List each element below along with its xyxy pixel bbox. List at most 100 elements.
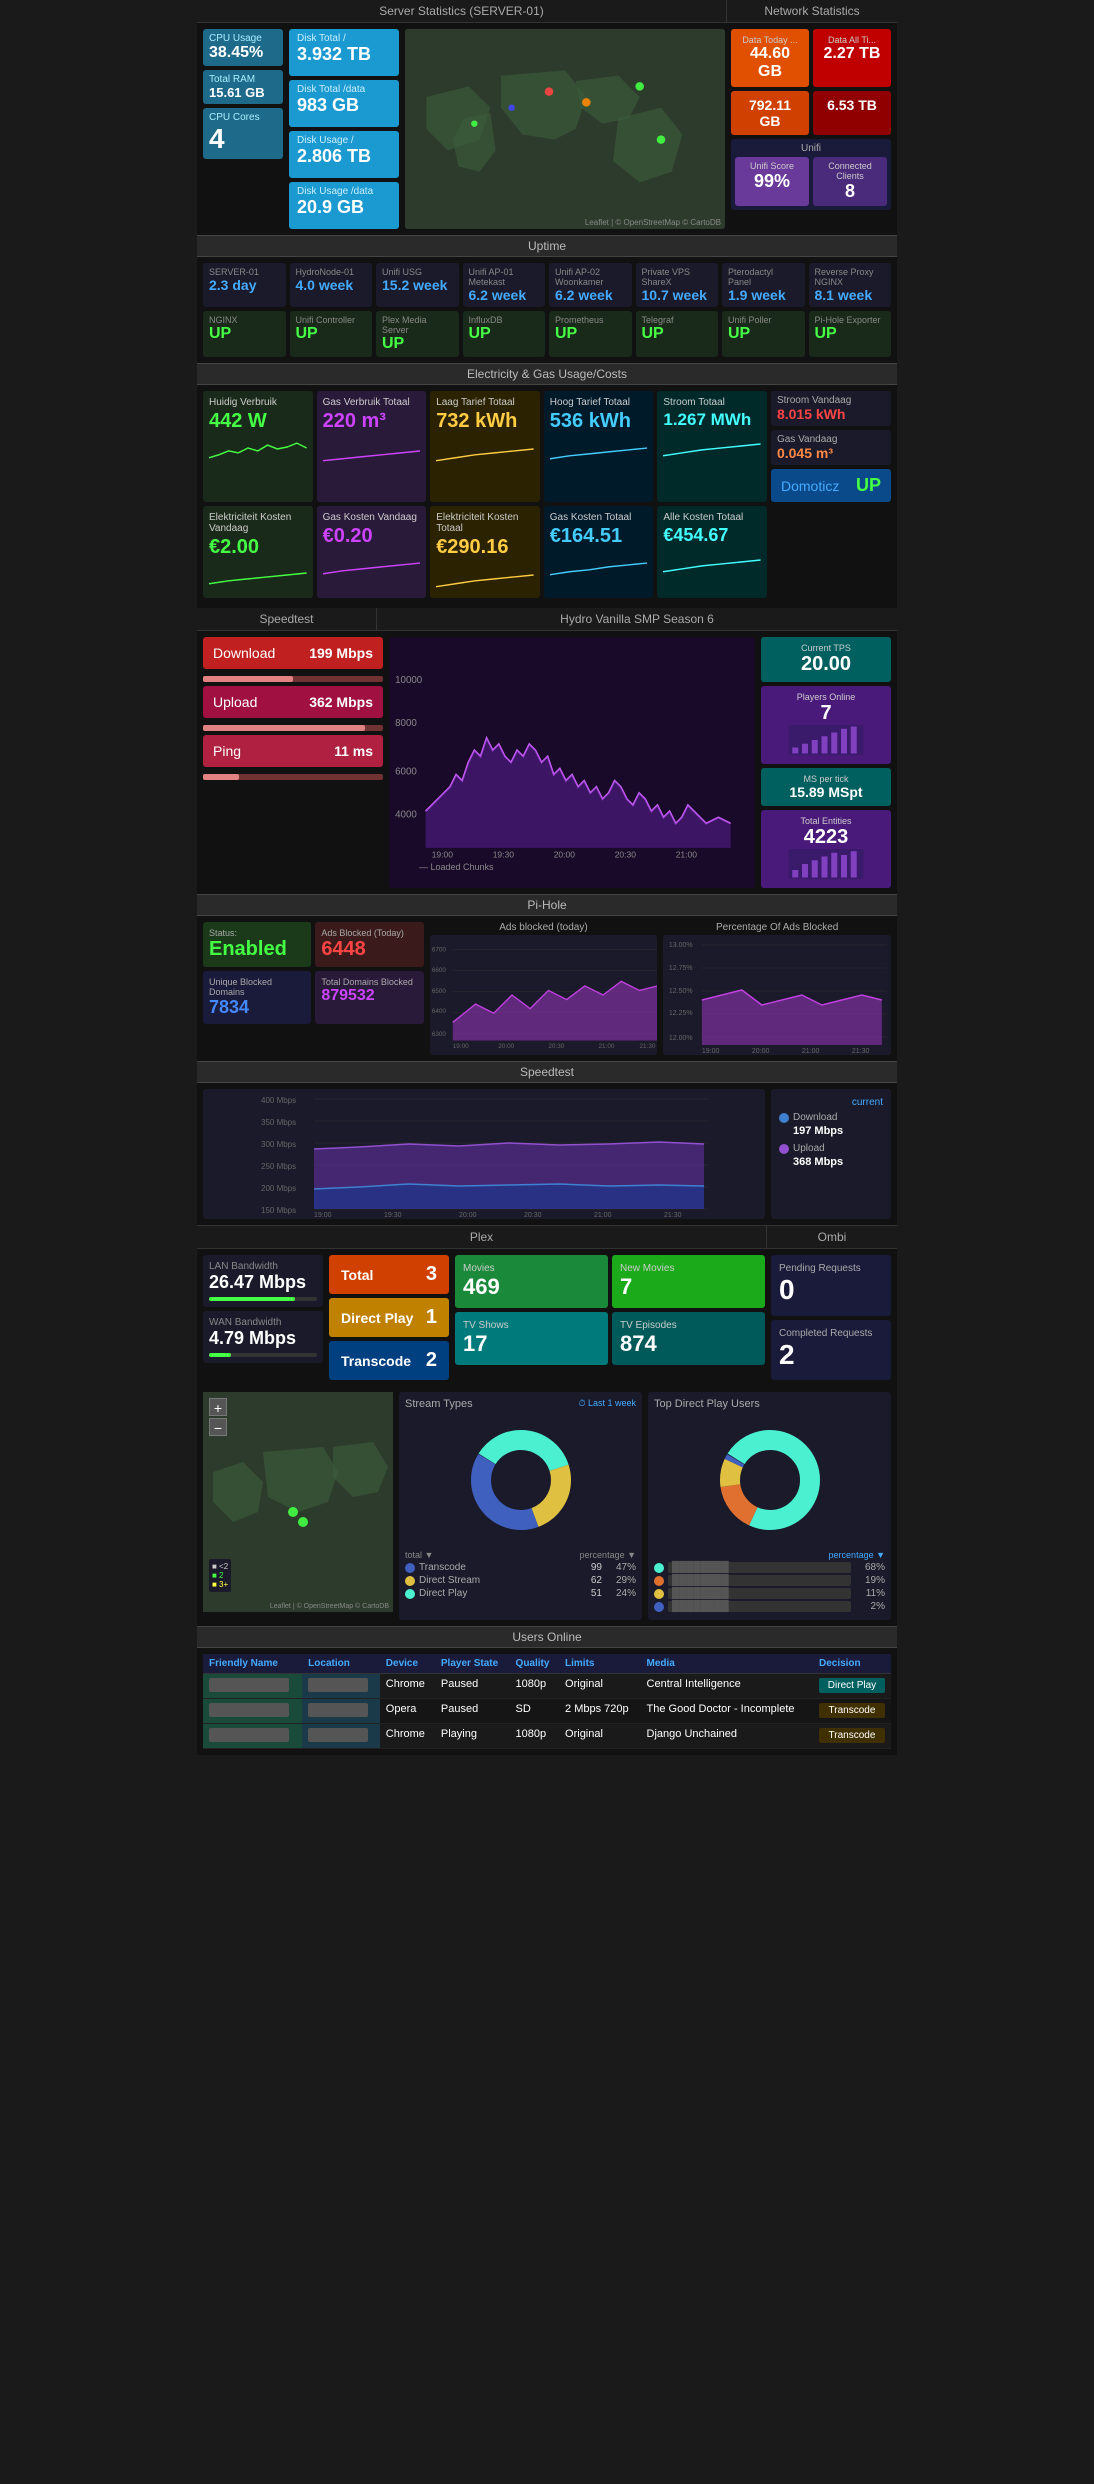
- ms-label: MS per tick: [767, 774, 885, 784]
- uptime-pterodactyl: Pterodactyl Panel 1.9 week: [722, 263, 805, 307]
- status-influxdb: InfluxDB UP: [463, 311, 546, 357]
- entities-chart: [767, 849, 885, 879]
- user-limits-1: 2 Mbps 720p: [559, 1699, 641, 1724]
- upload-box: Upload 362 Mbps: [203, 686, 383, 718]
- data-today2-value: 792.11 GB: [737, 97, 803, 129]
- entities-label: Total Entities: [767, 816, 885, 826]
- col-location: Location: [302, 1654, 380, 1674]
- hoog-tarief-box: Hoog Tarief Totaal 536 kWh: [544, 391, 654, 502]
- plex-zoom-out[interactable]: −: [209, 1418, 227, 1436]
- disk-total-data-value: 983 GB: [297, 95, 391, 116]
- connected-clients-value: 8: [817, 181, 883, 202]
- tv-episodes-value: 874: [620, 1331, 757, 1357]
- wan-bar-fill: [209, 1353, 231, 1357]
- wan-value: 4.79 Mbps: [209, 1328, 317, 1349]
- svg-text:150 Mbps: 150 Mbps: [261, 1206, 296, 1215]
- disk-total-value: 3.932 TB: [297, 44, 391, 65]
- pihole-pct-title: Percentage Of Ads Blocked: [663, 922, 891, 933]
- svg-text:6700: 6700: [431, 946, 446, 953]
- direct-play-streams-box: Direct Play 1: [329, 1298, 449, 1337]
- user-media-2: Django Unchained: [641, 1724, 813, 1749]
- svg-text:21:00: 21:00: [676, 850, 698, 860]
- unifi-section: Unifi Unifi Score 99% Connected Clients …: [731, 139, 891, 210]
- wan-bandwidth-box: WAN Bandwidth 4.79 Mbps: [203, 1311, 323, 1363]
- uptime-vps-label: Private VPS ShareX: [642, 267, 713, 287]
- users-online-header: Users Online: [197, 1626, 897, 1648]
- tps-label: Current TPS: [767, 643, 885, 653]
- svg-text:21:30: 21:30: [664, 1212, 682, 1219]
- status-nginx-label: NGINX: [209, 315, 280, 325]
- svg-text:8000: 8000: [395, 718, 417, 729]
- data-today-label: Data Today ...: [737, 35, 803, 45]
- map-attribution: Leaflet | © OpenStreetMap © CartoDB: [585, 218, 721, 227]
- gas-totaal-chart: [550, 548, 648, 578]
- unifi-score-box: Unifi Score 99%: [735, 157, 809, 206]
- gas-total-box: Gas Verbruik Totaal 220 m³: [317, 391, 427, 502]
- total-ram-value: 15.61 GB: [209, 85, 277, 100]
- svg-text:20:30: 20:30: [548, 1043, 564, 1050]
- map-controls-plex[interactable]: + −: [209, 1398, 227, 1436]
- current-label: current: [779, 1097, 883, 1108]
- uptime-nginx: Reverse Proxy NGINX 8.1 week: [809, 263, 892, 307]
- stroom-value: 1.267 MWh: [663, 410, 761, 430]
- plex-map-panel: + − Leaflet | © OpenStreetMap © CartoDB …: [197, 1386, 897, 1626]
- unifi-score-label: Unifi Score: [739, 161, 805, 171]
- data-all-box: Data All Ti... 2.27 TB: [813, 29, 891, 87]
- data-all-value: 2.27 TB: [819, 45, 885, 63]
- uptime-pterodactyl-value: 1.9 week: [728, 287, 799, 303]
- server-stats-header: Server Statistics (SERVER-01): [197, 0, 727, 22]
- svg-text:250 Mbps: 250 Mbps: [261, 1162, 296, 1171]
- hoog-label: Hoog Tarief Totaal: [550, 397, 648, 408]
- uptime-ap02-value: 6.2 week: [555, 287, 626, 303]
- svg-text:21:00: 21:00: [594, 1212, 612, 1219]
- upload-bar-fill: [203, 725, 365, 731]
- ms-value: 15.89 MSpt: [767, 784, 885, 800]
- stroom-chart: [663, 430, 761, 460]
- user-device-1: Opera: [380, 1699, 435, 1724]
- pihole-stats-panel: Status: Enabled Ads Blocked (Today) 6448…: [203, 922, 424, 1055]
- user-quality-2: 1080p: [510, 1724, 559, 1749]
- status-prometheus: Prometheus UP: [549, 311, 632, 357]
- user-media-1: The Good Doctor - Incomplete: [641, 1699, 813, 1724]
- user-name-2: [203, 1724, 302, 1749]
- unifi-score-value: 99%: [739, 171, 805, 192]
- direct-play-legend-dot: [405, 1589, 415, 1599]
- user-name-1: [203, 1699, 302, 1724]
- gas-kosten-value: €0.20: [323, 525, 421, 548]
- network-stats-header: Network Statistics: [727, 0, 897, 22]
- pihole-status-label: Status:: [209, 928, 305, 938]
- uptime-nginx-value: 8.1 week: [815, 287, 886, 303]
- elek-kosten-label: Elektriciteit Kosten Vandaag: [209, 512, 307, 534]
- uptime-row-1: SERVER-01 2.3 day HydroNode-01 4.0 week …: [203, 263, 891, 307]
- stream-period: ⏱ Last 1 week: [578, 1398, 636, 1410]
- minecraft-chart-svg: 10000 8000 6000 4000 19:00 19:30 20:00 2…: [389, 637, 755, 888]
- plex-media-panel: Movies 469 New Movies 7 TV Shows 17 TV E…: [455, 1255, 765, 1380]
- disk-total-box: Disk Total / 3.932 TB: [289, 29, 399, 76]
- status-telegraf-label: Telegraf: [642, 315, 713, 325]
- top-direct-play-panel: Top Direct Play Users percentage ▼ █████…: [648, 1392, 891, 1620]
- svg-text:20:30: 20:30: [615, 850, 637, 860]
- status-nginx: NGINX UP: [203, 311, 286, 357]
- svg-text:20:00: 20:00: [752, 1048, 770, 1055]
- network-column: Data Today ... 44.60 GB Data All Ti... 2…: [731, 29, 891, 229]
- pending-requests-box: Pending Requests 0: [771, 1255, 891, 1316]
- uptime-unifi-usg: Unifi USG 15.2 week: [376, 263, 459, 307]
- completed-value: 2: [779, 1339, 883, 1371]
- lan-value: 26.47 Mbps: [209, 1272, 317, 1293]
- stream-types-panel: Stream Types ⏱ Last 1 week total ▼ perce…: [399, 1392, 642, 1620]
- user-limits-2: Original: [559, 1724, 641, 1749]
- ping-label: Ping: [213, 743, 241, 759]
- user-state-1: Paused: [435, 1699, 510, 1724]
- svg-text:200 Mbps: 200 Mbps: [261, 1184, 296, 1193]
- user-decision-2: Transcode: [813, 1724, 891, 1749]
- movies-box: Movies 469: [455, 1255, 608, 1308]
- status-row: NGINX UP Unifi Controller UP Plex Media …: [203, 311, 891, 357]
- user2-pct: 19%: [855, 1575, 885, 1586]
- elek-totaal-chart: [436, 559, 534, 589]
- disk-usage-box: Disk Usage / 2.806 TB: [289, 131, 399, 178]
- plex-zoom-in[interactable]: +: [209, 1398, 227, 1416]
- pending-value: 0: [779, 1274, 883, 1306]
- download-value: 199 Mbps: [309, 645, 373, 661]
- huidig-verbruik-box: Huidig Verbruik 442 W: [203, 391, 313, 502]
- connected-clients-label: Connected Clients: [817, 161, 883, 181]
